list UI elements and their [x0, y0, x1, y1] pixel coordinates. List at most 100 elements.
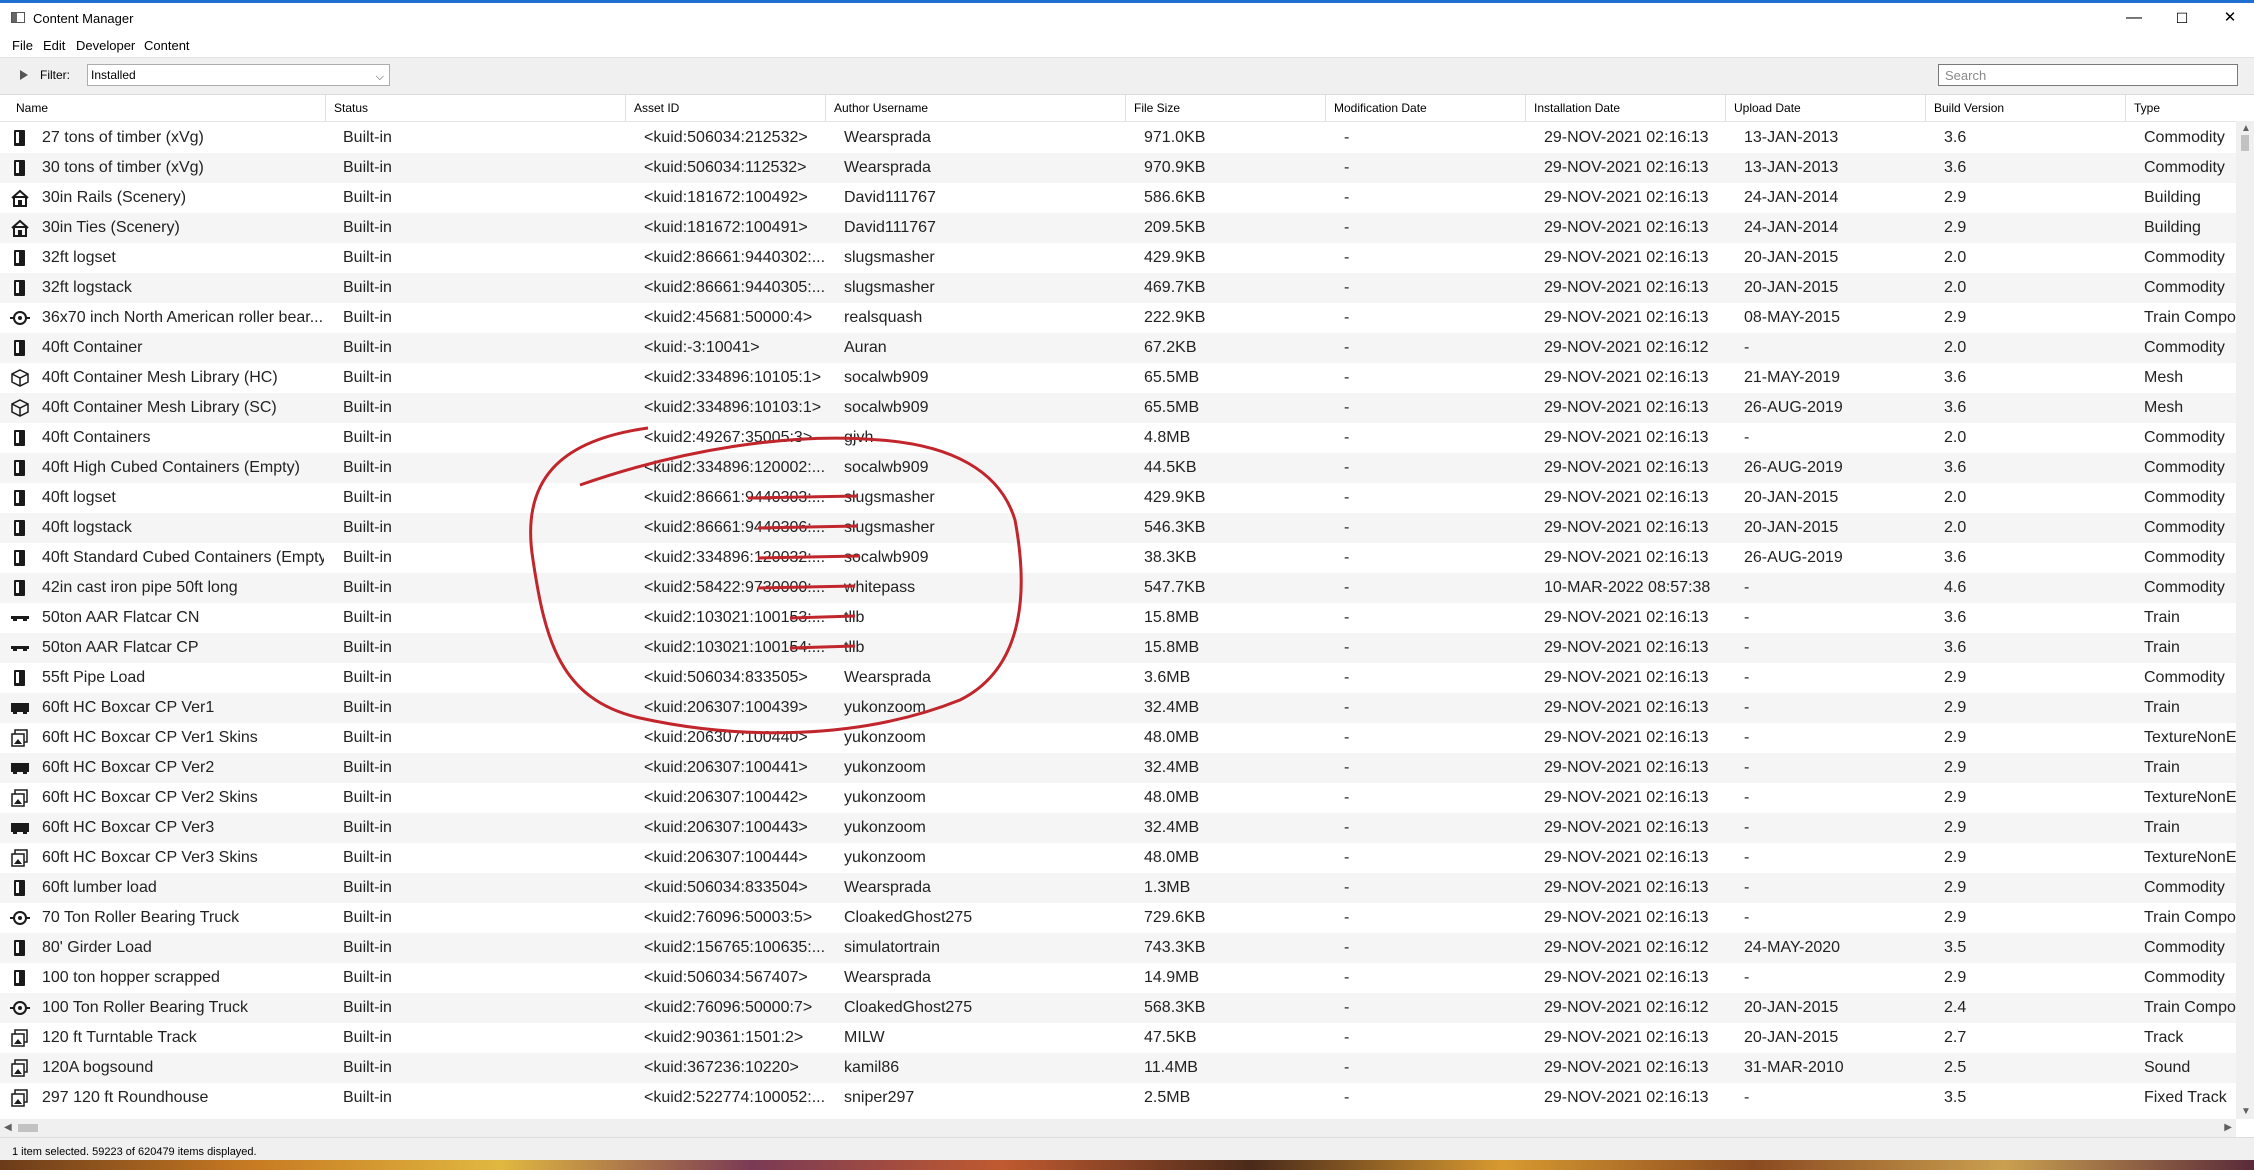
cell-type: Building: [2144, 189, 2201, 206]
column-file-size[interactable]: File Size: [1126, 95, 1326, 121]
cell-file-size: 32.4MB: [1144, 819, 1200, 836]
horizontal-scroll-thumb[interactable]: [18, 1124, 38, 1132]
table-row[interactable]: 40ft Standard Cubed Containers (Empty) Bu…: [0, 543, 2236, 573]
column-status[interactable]: Status: [326, 95, 626, 121]
cell-status: Built-in: [343, 339, 392, 356]
search-input[interactable]: [1938, 64, 2238, 86]
cell-type: Commodity: [2144, 129, 2225, 146]
vertical-scroll-thumb[interactable]: [2241, 135, 2249, 151]
horizontal-scrollbar[interactable]: ◀ ▶: [0, 1119, 2236, 1137]
cell-installation-date: 29-NOV-2021 02:16:13: [1544, 729, 1709, 746]
menu-file[interactable]: File: [12, 38, 33, 53]
commodity-icon: [10, 249, 30, 267]
cell-type: Commodity: [2144, 669, 2225, 686]
table-row[interactable]: 30in Ties (Scenery) Built-in <kuid:181672:…: [0, 213, 2236, 243]
column-build-version[interactable]: Build Version: [1926, 95, 2126, 121]
table-row[interactable]: 40ft logset Built-in <kuid2:86661:9440303:…: [0, 483, 2236, 513]
minimize-button[interactable]: —: [2110, 3, 2158, 33]
table-row[interactable]: 42in cast iron pipe 50ft long Built-in <ku…: [0, 573, 2236, 603]
close-button[interactable]: ✕: [2206, 3, 2254, 33]
commodity-icon: [10, 519, 30, 537]
table-row[interactable]: 27 tons of timber (xVg) Built-in <kuid:506…: [0, 123, 2236, 153]
table-row[interactable]: 297 120 ft Roundhouse Built-in <kuid2:5227…: [0, 1083, 2236, 1113]
vertical-scrollbar[interactable]: ▲ ▼: [2236, 121, 2254, 1119]
table-row[interactable]: 100 Ton Roller Bearing Truck Built-in <kui…: [0, 993, 2236, 1023]
table-row[interactable]: 60ft HC Boxcar CP Ver1 Built-in <kuid:2063…: [0, 693, 2236, 723]
scroll-down-arrow[interactable]: ▼: [2241, 1106, 2251, 1117]
table-row[interactable]: 32ft logset Built-in <kuid2:86661:9440302:…: [0, 243, 2236, 273]
cell-build-version: 2.9: [1944, 309, 1967, 326]
cell-installation-date: 29-NOV-2021 02:16:13: [1544, 279, 1709, 296]
table-row[interactable]: 40ft Containers Built-in <kuid2:49267:3500…: [0, 423, 2236, 453]
table-row[interactable]: 60ft HC Boxcar CP Ver1 Skins Built-in <kui…: [0, 723, 2236, 753]
scroll-left-arrow[interactable]: ◀: [4, 1122, 12, 1133]
table-row[interactable]: 55ft Pipe Load Built-in <kuid:506034:83350…: [0, 663, 2236, 693]
cell-status: Built-in: [343, 369, 392, 386]
table-row[interactable]: 60ft HC Boxcar CP Ver2 Skins Built-in <kui…: [0, 783, 2236, 813]
cell-author: CloakedGhost275: [844, 999, 973, 1016]
column-author[interactable]: Author Username: [826, 95, 1126, 121]
asset-list[interactable]: 27 tons of timber (xVg) Built-in <kuid:506…: [0, 123, 2236, 1119]
column-modification-date[interactable]: Modification Date: [1326, 95, 1526, 121]
table-row[interactable]: 30 tons of timber (xVg) Built-in <kuid:506…: [0, 153, 2236, 183]
cell-status: Built-in: [343, 849, 392, 866]
column-type[interactable]: Type: [2126, 95, 2236, 121]
cell-name: 100 ton hopper scrapped: [42, 969, 220, 986]
scroll-right-arrow[interactable]: ▶: [2224, 1122, 2232, 1133]
cell-author: Wearsprada: [844, 879, 931, 896]
table-row[interactable]: 36x70 inch North American roller bear...…: [0, 303, 2236, 333]
cell-file-size: 44.5KB: [1144, 459, 1197, 476]
table-row[interactable]: 60ft HC Boxcar CP Ver3 Built-in <kuid:2063…: [0, 813, 2236, 843]
column-name[interactable]: Name: [8, 95, 326, 121]
cell-modification-date: -: [1344, 729, 1350, 746]
menu-developer[interactable]: Developer: [76, 38, 135, 53]
table-row[interactable]: 30in Rails (Scenery) Built-in <kuid:181672…: [0, 183, 2236, 213]
boxcar-icon: [10, 819, 30, 837]
cell-modification-date: -: [1344, 1089, 1350, 1106]
table-row[interactable]: 40ft High Cubed Containers (Empty) Built-…: [0, 453, 2236, 483]
menu-content[interactable]: Content: [144, 38, 190, 53]
cell-installation-date: 29-NOV-2021 02:16:13: [1544, 609, 1709, 626]
table-row[interactable]: 32ft logstack Built-in <kuid2:86661:944030…: [0, 273, 2236, 303]
cell-author: sniper297: [844, 1089, 915, 1106]
column-installation-date[interactable]: Installation Date: [1526, 95, 1726, 121]
table-row[interactable]: 50ton AAR Flatcar CP Built-in <kuid2:10302…: [0, 633, 2236, 663]
table-row[interactable]: 80' Girder Load Built-in <kuid2:156765:100…: [0, 933, 2236, 963]
table-row[interactable]: 40ft logstack Built-in <kuid2:86661:944030…: [0, 513, 2236, 543]
table-row[interactable]: 100 ton hopper scrapped Built-in <kuid:506…: [0, 963, 2236, 993]
cell-author: yukonzoom: [844, 729, 926, 746]
mesh-icon: [10, 399, 30, 417]
title-bar[interactable]: Content Manager — ☐ ✕: [0, 3, 2254, 33]
cell-modification-date: -: [1344, 909, 1350, 926]
filter-dropdown[interactable]: Installed ⌵: [87, 64, 390, 86]
table-row[interactable]: 120A bogsound Built-in <kuid:367236:10220>…: [0, 1053, 2236, 1083]
cell-installation-date: 29-NOV-2021 02:16:13: [1544, 549, 1709, 566]
cell-name: 40ft logstack: [42, 519, 132, 536]
cell-upload-date: -: [1744, 909, 1750, 926]
table-row[interactable]: 40ft Container Built-in <kuid:-3:10041> Aur…: [0, 333, 2236, 363]
table-row[interactable]: 40ft Container Mesh Library (HC) Built-in…: [0, 363, 2236, 393]
table-row[interactable]: 60ft lumber load Built-in <kuid:506034:833…: [0, 873, 2236, 903]
cell-name: 40ft Containers: [42, 429, 151, 446]
cell-upload-date: 21-MAY-2019: [1744, 369, 1841, 386]
cell-status: Built-in: [343, 939, 392, 956]
expand-filter-icon[interactable]: [20, 70, 28, 80]
maximize-button[interactable]: ☐: [2158, 3, 2206, 33]
table-row[interactable]: 70 Ton Roller Bearing Truck Built-in <kuid…: [0, 903, 2236, 933]
table-row[interactable]: 60ft HC Boxcar CP Ver3 Skins Built-in <kui…: [0, 843, 2236, 873]
cell-file-size: 970.9KB: [1144, 159, 1206, 176]
cell-asset-id: <kuid2:45681:50000:4>: [644, 309, 813, 326]
menu-edit[interactable]: Edit: [43, 38, 65, 53]
cell-modification-date: -: [1344, 789, 1350, 806]
table-row[interactable]: 40ft Container Mesh Library (SC) Built-in…: [0, 393, 2236, 423]
table-row[interactable]: 50ton AAR Flatcar CN Built-in <kuid2:10302…: [0, 603, 2236, 633]
cell-type: Train Compo: [2144, 909, 2236, 926]
table-row[interactable]: 120 ft Turntable Track Built-in <kuid2:903…: [0, 1023, 2236, 1053]
cell-asset-id: <kuid:506034:112532>: [644, 159, 807, 176]
column-upload-date[interactable]: Upload Date: [1726, 95, 1926, 121]
scroll-up-arrow[interactable]: ▲: [2241, 123, 2251, 134]
column-asset-id[interactable]: Asset ID: [626, 95, 826, 121]
cell-upload-date: 20-JAN-2015: [1744, 249, 1839, 266]
table-row[interactable]: 60ft HC Boxcar CP Ver2 Built-in <kuid:2063…: [0, 753, 2236, 783]
cell-status: Built-in: [343, 129, 392, 146]
